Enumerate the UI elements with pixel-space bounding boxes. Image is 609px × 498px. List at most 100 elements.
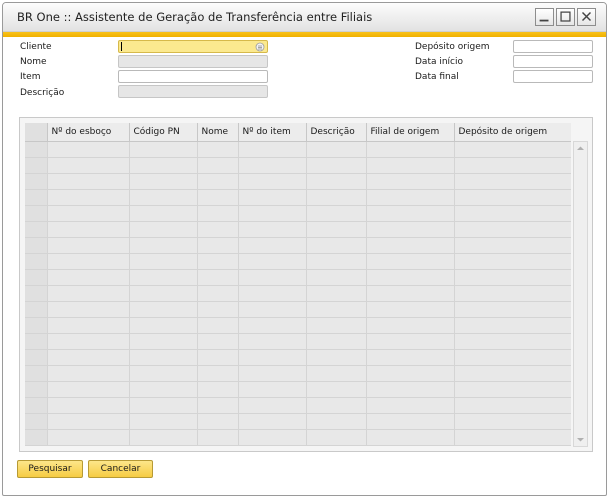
table-row[interactable]: [25, 237, 571, 254]
col-header-no-item[interactable]: Nº do item: [238, 123, 307, 142]
col-header-nome[interactable]: Nome: [197, 123, 239, 142]
grid-cell[interactable]: [306, 157, 367, 174]
row-header-cell[interactable]: [25, 157, 48, 174]
choose-from-list-icon[interactable]: [255, 42, 265, 52]
grid-cell[interactable]: [47, 237, 130, 254]
grid-cell[interactable]: [238, 413, 307, 430]
data-final-input[interactable]: [514, 71, 592, 82]
grid-cell[interactable]: [197, 189, 239, 206]
grid-cell[interactable]: [129, 349, 198, 366]
table-row[interactable]: [25, 253, 571, 270]
grid-cell[interactable]: [129, 285, 198, 302]
grid-cell[interactable]: [238, 381, 307, 398]
grid-cell[interactable]: [129, 189, 198, 206]
grid-cell[interactable]: [47, 253, 130, 270]
grid-cell[interactable]: [238, 237, 307, 254]
grid-cell[interactable]: [454, 397, 571, 414]
row-header-cell[interactable]: [25, 317, 48, 334]
grid-cell[interactable]: [366, 237, 455, 254]
grid-cell[interactable]: [197, 237, 239, 254]
grid-cell[interactable]: [238, 397, 307, 414]
grid-cell[interactable]: [238, 205, 307, 222]
table-row[interactable]: [25, 221, 571, 238]
table-row[interactable]: [25, 205, 571, 222]
title-bar[interactable]: BR One :: Assistente de Geração de Trans…: [3, 3, 606, 32]
deposito-origem-input[interactable]: [514, 41, 592, 52]
grid-cell[interactable]: [129, 397, 198, 414]
results-grid[interactable]: Nº do esboço Código PN Nome Nº do item D…: [25, 123, 571, 447]
table-row[interactable]: [25, 333, 571, 350]
grid-cell[interactable]: [454, 173, 571, 190]
row-header-cell[interactable]: [25, 429, 48, 446]
close-button[interactable]: [577, 8, 596, 26]
grid-cell[interactable]: [366, 413, 455, 430]
grid-cell[interactable]: [306, 141, 367, 158]
grid-cell[interactable]: [47, 429, 130, 446]
table-row[interactable]: [25, 429, 571, 446]
grid-cell[interactable]: [47, 381, 130, 398]
grid-cell[interactable]: [238, 157, 307, 174]
row-header-cell[interactable]: [25, 173, 48, 190]
grid-cell[interactable]: [47, 269, 130, 286]
grid-cell[interactable]: [454, 285, 571, 302]
row-header-cell[interactable]: [25, 397, 48, 414]
table-row[interactable]: [25, 269, 571, 286]
grid-cell[interactable]: [366, 317, 455, 334]
grid-cell[interactable]: [454, 413, 571, 430]
data-inicio-field[interactable]: [513, 55, 593, 68]
grid-cell[interactable]: [454, 365, 571, 382]
table-row[interactable]: [25, 141, 571, 158]
table-row[interactable]: [25, 317, 571, 334]
grid-cell[interactable]: [47, 349, 130, 366]
grid-cell[interactable]: [197, 205, 239, 222]
grid-cell[interactable]: [306, 237, 367, 254]
row-header-cell[interactable]: [25, 333, 48, 350]
col-header-no-esboco[interactable]: Nº do esboço: [47, 123, 130, 142]
grid-cell[interactable]: [366, 285, 455, 302]
grid-cell[interactable]: [454, 141, 571, 158]
grid-cell[interactable]: [238, 365, 307, 382]
table-row[interactable]: [25, 301, 571, 318]
grid-cell[interactable]: [366, 253, 455, 270]
grid-cell[interactable]: [197, 253, 239, 270]
grid-cell[interactable]: [306, 333, 367, 350]
grid-cell[interactable]: [454, 221, 571, 238]
col-header-deposito-origem[interactable]: Depósito de origem: [454, 123, 571, 142]
grid-cell[interactable]: [454, 349, 571, 366]
grid-cell[interactable]: [129, 317, 198, 334]
grid-cell[interactable]: [454, 381, 571, 398]
grid-cell[interactable]: [366, 173, 455, 190]
grid-cell[interactable]: [454, 253, 571, 270]
row-header-cell[interactable]: [25, 301, 48, 318]
table-row[interactable]: [25, 365, 571, 382]
row-header-cell[interactable]: [25, 365, 48, 382]
grid-cell[interactable]: [129, 205, 198, 222]
grid-cell[interactable]: [197, 173, 239, 190]
grid-cell[interactable]: [454, 237, 571, 254]
grid-cell[interactable]: [129, 301, 198, 318]
grid-cell[interactable]: [306, 397, 367, 414]
grid-cell[interactable]: [238, 333, 307, 350]
table-row[interactable]: [25, 381, 571, 398]
grid-cell[interactable]: [306, 429, 367, 446]
col-header-filial-origem[interactable]: Filial de origem: [366, 123, 455, 142]
scroll-down-arrow-icon[interactable]: [574, 433, 587, 446]
grid-cell[interactable]: [366, 333, 455, 350]
grid-cell[interactable]: [238, 301, 307, 318]
grid-cell[interactable]: [129, 141, 198, 158]
col-header-codigo-pn[interactable]: Código PN: [129, 123, 198, 142]
grid-cell[interactable]: [306, 285, 367, 302]
table-row[interactable]: [25, 189, 571, 206]
row-header-cell[interactable]: [25, 141, 48, 158]
grid-cell[interactable]: [454, 157, 571, 174]
grid-cell[interactable]: [197, 349, 239, 366]
grid-cell[interactable]: [366, 205, 455, 222]
grid-cell[interactable]: [306, 221, 367, 238]
row-header-cell[interactable]: [25, 285, 48, 302]
grid-cell[interactable]: [197, 301, 239, 318]
grid-cell[interactable]: [454, 333, 571, 350]
table-row[interactable]: [25, 173, 571, 190]
table-row[interactable]: [25, 349, 571, 366]
grid-cell[interactable]: [129, 157, 198, 174]
grid-cell[interactable]: [454, 269, 571, 286]
